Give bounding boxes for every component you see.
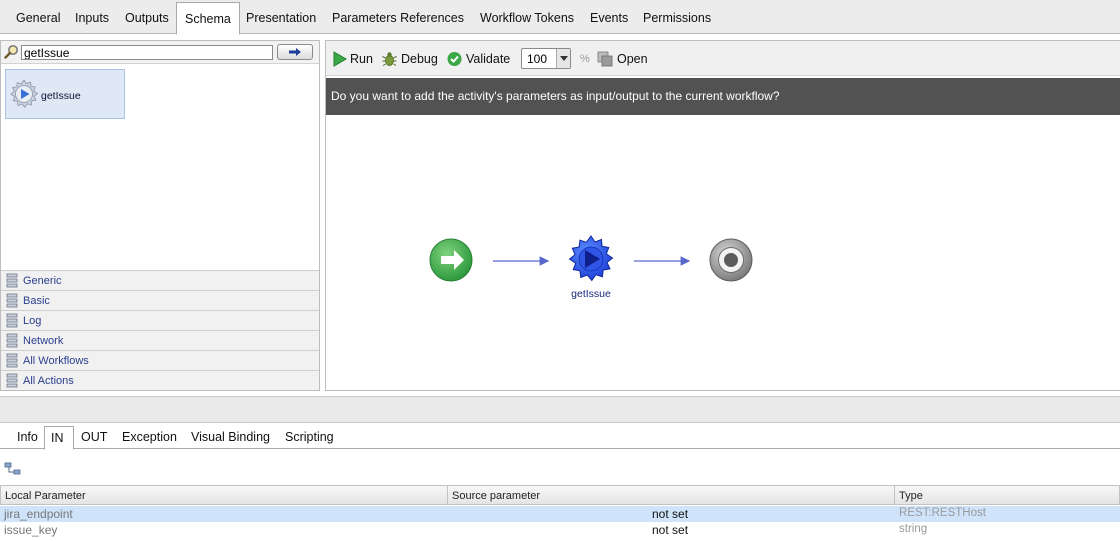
category-label: Log	[23, 315, 42, 327]
palette-search-input[interactable]	[21, 45, 273, 60]
tab-inputs[interactable]: Inputs	[67, 0, 117, 34]
category-label: Network	[23, 335, 64, 347]
debug-button[interactable]: Debug	[382, 51, 442, 67]
cell-type: REST:RESTHost	[899, 507, 986, 519]
magnifier-icon	[4, 44, 20, 60]
category-all-workflows[interactable]: All Workflows	[1, 350, 319, 370]
tab-scripting[interactable]: Scripting	[279, 426, 340, 449]
stack-icon	[6, 293, 18, 308]
open-label: Open	[617, 52, 648, 66]
cell-local-parameter: issue_key	[4, 523, 58, 537]
category-label: Generic	[23, 275, 62, 287]
tab-parameters-references[interactable]: Parameters References	[324, 0, 472, 34]
palette-item-getissue[interactable]: getIssue	[5, 69, 125, 119]
banner-text: Do you want to add the activity's parame…	[331, 89, 780, 103]
bind-parameters-icon[interactable]	[4, 462, 22, 476]
stack-icon	[6, 373, 18, 388]
stack-icon	[6, 353, 18, 368]
schema-toolbar: Run Debug Validate 100 % Open	[326, 41, 1120, 76]
run-label: Run	[350, 52, 373, 66]
zoom-value: 100	[527, 52, 548, 66]
zoom-select[interactable]: 100	[521, 48, 571, 69]
end-target-icon[interactable]	[709, 238, 753, 282]
palette-search-bar	[1, 41, 319, 64]
cell-source-parameter[interactable]: not set	[652, 523, 688, 537]
category-basic[interactable]: Basic	[1, 290, 319, 310]
tab-in[interactable]: IN	[44, 426, 74, 450]
tab-permissions[interactable]: Permissions	[635, 0, 719, 34]
pane-splitter[interactable]	[0, 396, 1120, 423]
table-row[interactable]: jira_endpoint not set REST:RESTHost	[0, 506, 1120, 522]
stack-icon	[6, 273, 18, 288]
stack-icon	[6, 333, 18, 348]
search-go-button[interactable]	[277, 44, 313, 60]
node-label-getissue: getIssue	[571, 288, 611, 300]
column-header-source-parameter[interactable]: Source parameter	[448, 485, 895, 505]
validate-button[interactable]: Validate	[447, 51, 517, 67]
category-generic[interactable]: Generic	[1, 270, 319, 290]
top-tab-bar: General Inputs Outputs Schema Presentati…	[0, 0, 1120, 35]
tab-general[interactable]: General	[8, 0, 68, 34]
zoom-unit: %	[580, 53, 590, 65]
cell-local-parameter: jira_endpoint	[4, 507, 73, 521]
bug-icon	[382, 52, 397, 66]
run-button[interactable]: Run	[333, 51, 383, 67]
tab-out[interactable]: OUT	[75, 426, 113, 449]
play-icon	[333, 51, 347, 67]
bottom-tab-bar: Info IN OUT Exception Visual Binding Scr…	[0, 426, 1120, 450]
tab-outputs[interactable]: Outputs	[117, 0, 177, 34]
tab-info[interactable]: Info	[11, 426, 44, 449]
cell-type: string	[899, 523, 928, 535]
debug-label: Debug	[401, 52, 438, 66]
cell-source-parameter[interactable]: not set	[652, 507, 688, 521]
stack-icon	[6, 313, 18, 328]
category-label: All Workflows	[23, 355, 89, 367]
tab-workflow-tokens[interactable]: Workflow Tokens	[472, 0, 582, 34]
activity-palette: getIssue Generic Basic Log Network All W…	[0, 40, 320, 391]
tab-events[interactable]: Events	[582, 0, 636, 34]
chevron-down-icon	[556, 49, 570, 68]
check-circle-icon	[447, 52, 462, 66]
workflow-canvas[interactable]: getIssue	[326, 116, 1120, 391]
tab-visual-binding[interactable]: Visual Binding	[185, 426, 276, 449]
table-row[interactable]: issue_key not set string	[0, 522, 1120, 538]
column-header-local-parameter[interactable]: Local Parameter	[0, 485, 448, 505]
category-all-actions[interactable]: All Actions	[1, 370, 319, 390]
open-button[interactable]: Open	[597, 51, 652, 67]
validate-label: Validate	[466, 52, 511, 66]
category-network[interactable]: Network	[1, 330, 319, 350]
action-gear-icon	[8, 78, 40, 113]
tab-schema[interactable]: Schema	[176, 2, 240, 35]
category-label: All Actions	[23, 375, 74, 387]
column-header-type[interactable]: Type	[895, 485, 1120, 505]
category-log[interactable]: Log	[1, 310, 319, 330]
action-gear-icon[interactable]	[568, 235, 614, 282]
windows-icon	[597, 51, 613, 67]
tab-presentation[interactable]: Presentation	[238, 0, 324, 34]
tab-exception[interactable]: Exception	[116, 426, 183, 449]
category-label: Basic	[23, 295, 50, 307]
notification-banner[interactable]: Do you want to add the activity's parame…	[326, 78, 1120, 115]
start-arrow-icon[interactable]	[429, 238, 473, 282]
arrow-right-icon	[289, 48, 301, 56]
schema-editor: Run Debug Validate 100 % Open Do you wan…	[325, 40, 1120, 391]
palette-item-label: getIssue	[41, 90, 81, 102]
workflow-diagram	[429, 235, 753, 282]
